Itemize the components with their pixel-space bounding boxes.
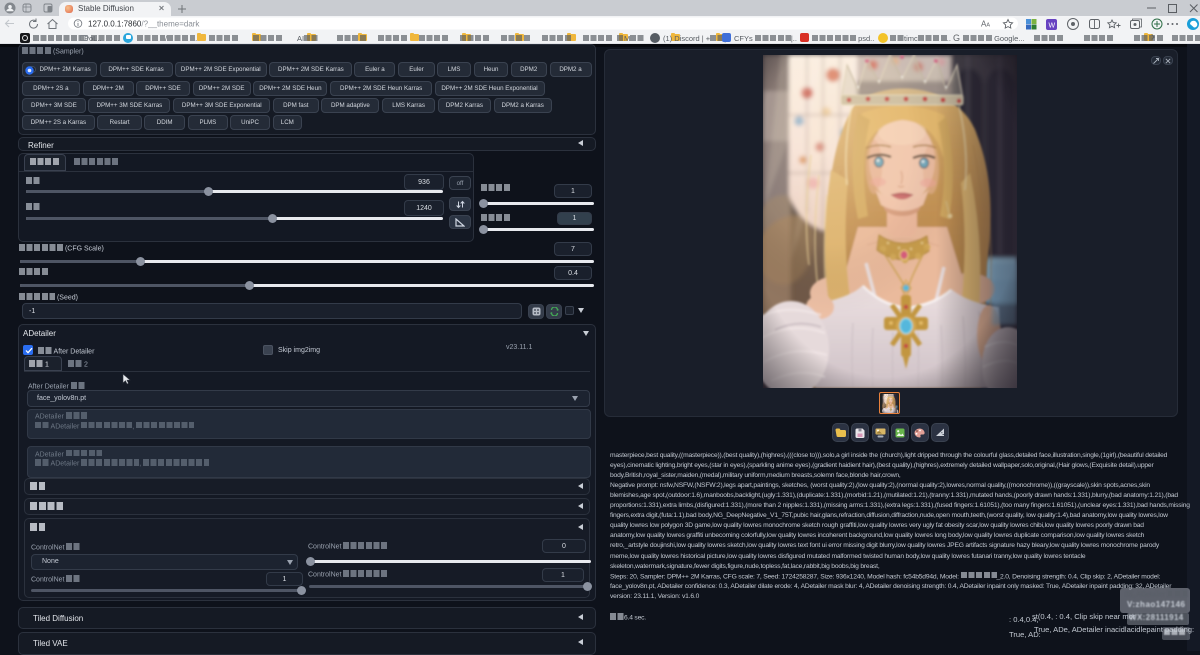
svg-text:127.0.0.1:7860/?__theme=dark: 127.0.0.1:7860/?__theme=dark [88, 20, 200, 29]
svg-text:W: W [1049, 23, 1056, 30]
